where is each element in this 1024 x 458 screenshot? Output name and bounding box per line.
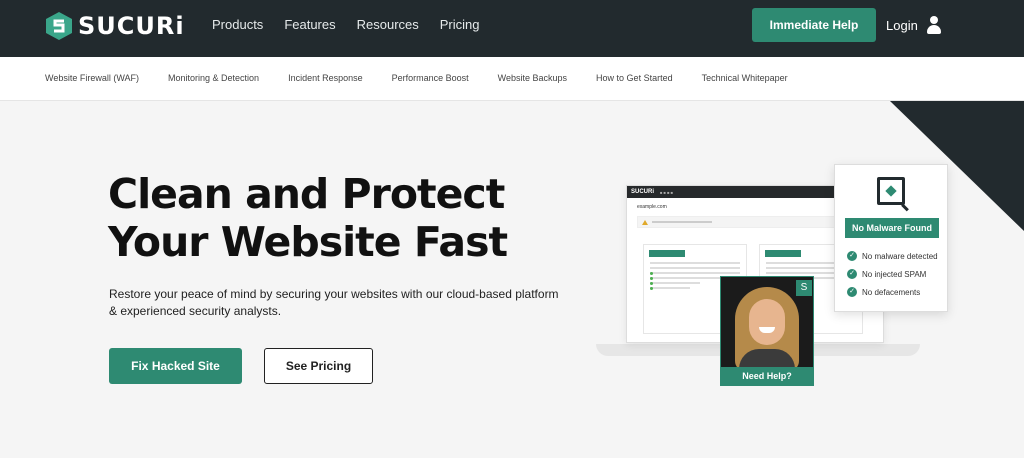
agent-photo <box>735 287 799 373</box>
no-malware-badge: No Malware Found <box>845 218 939 238</box>
check-item: ✓ No defacements <box>847 287 920 297</box>
see-pricing-button[interactable]: See Pricing <box>264 348 373 384</box>
nav-pricing[interactable]: Pricing <box>440 17 480 32</box>
malware-status-card: No Malware Found ✓ No malware detected ✓ N… <box>834 164 948 312</box>
support-agent-card[interactable]: S Need Help? <box>720 276 814 386</box>
sucuri-badge-icon: S <box>796 280 812 296</box>
sucuri-logo-icon <box>46 12 72 40</box>
immediate-help-button[interactable]: Immediate Help <box>752 8 876 42</box>
fix-hacked-site-button[interactable]: Fix Hacked Site <box>109 348 242 384</box>
sucuri-logo[interactable]: SUCURi <box>46 11 185 41</box>
subnav-backups[interactable]: Website Backups <box>498 73 567 83</box>
logo-text: SUCURi <box>78 12 185 40</box>
hero-subtitle: Restore your peace of mind by securing y… <box>109 287 559 318</box>
top-navbar: SUCURi Products Features Resources Prici… <box>0 0 1024 57</box>
check-icon: ✓ <box>847 269 857 279</box>
login-label: Login <box>886 17 918 33</box>
sub-navbar: Website Firewall (WAF) Monitoring & Dete… <box>0 57 1024 101</box>
main-nav: Products Features Resources Pricing <box>212 17 501 32</box>
need-help-label: Need Help? <box>721 367 813 385</box>
hero-title: Clean and Protect Your Website Fast <box>108 170 508 266</box>
check-icon: ✓ <box>847 251 857 261</box>
check-item: ✓ No malware detected <box>847 251 938 261</box>
check-item: ✓ No injected SPAM <box>847 269 926 279</box>
subnav-get-started[interactable]: How to Get Started <box>596 73 673 83</box>
user-icon <box>926 16 942 34</box>
warning-icon <box>642 219 648 225</box>
nav-resources[interactable]: Resources <box>357 17 419 32</box>
scan-icon <box>877 177 905 205</box>
check-icon: ✓ <box>847 287 857 297</box>
nav-products[interactable]: Products <box>212 17 263 32</box>
subnav-incident-response[interactable]: Incident Response <box>288 73 363 83</box>
nav-features[interactable]: Features <box>284 17 335 32</box>
subnav-performance[interactable]: Performance Boost <box>392 73 469 83</box>
login-link[interactable]: Login <box>886 16 942 34</box>
subnav-monitoring[interactable]: Monitoring & Detection <box>168 73 259 83</box>
subnav-firewall[interactable]: Website Firewall (WAF) <box>45 73 139 83</box>
subnav-whitepaper[interactable]: Technical Whitepaper <box>702 73 788 83</box>
